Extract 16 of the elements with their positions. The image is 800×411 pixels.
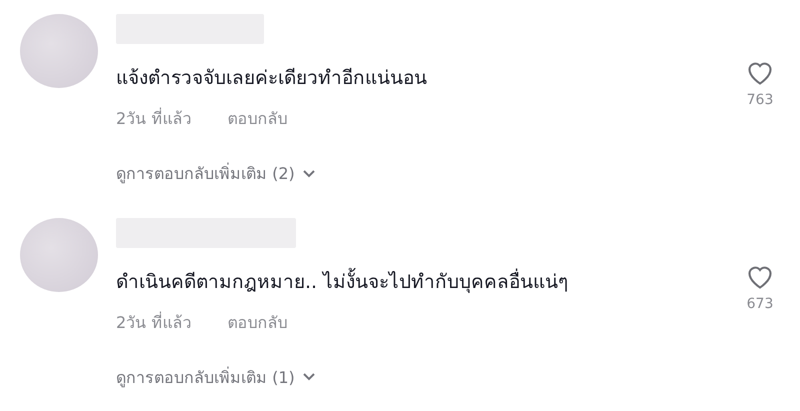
view-more-replies-button[interactable]: ดูการตอบกลับเพิ่มเติม (2): [116, 161, 315, 186]
like-button[interactable]: [746, 264, 774, 290]
chevron-down-icon: [302, 170, 315, 178]
heart-icon: [746, 60, 774, 86]
like-count: 673: [746, 296, 774, 312]
like-count: 763: [746, 92, 774, 108]
comment-time: 2วัน ที่แล้ว: [116, 106, 192, 130]
chevron-down-icon: [302, 373, 315, 381]
heart-icon: [746, 264, 774, 290]
reply-link[interactable]: ตอบกลับ: [227, 106, 288, 131]
comment-text: ดำเนินคดีตามกฎหมาย.. ไม่งั้นจะไปทำกับบุคคลอื่นแน่ๆ: [116, 266, 720, 296]
view-more-replies-button[interactable]: ดูการตอบกลับเพิ่มเติม (1): [116, 364, 315, 390]
comment-text: แจ้งตำรวจจับเลยค่ะเดียวทำอีกแน่นอน: [116, 66, 428, 91]
reply-link[interactable]: ตอบกลับ: [227, 310, 288, 334]
like-button[interactable]: [746, 60, 774, 86]
comment-time: 2วัน ที่แล้ว: [116, 310, 192, 334]
